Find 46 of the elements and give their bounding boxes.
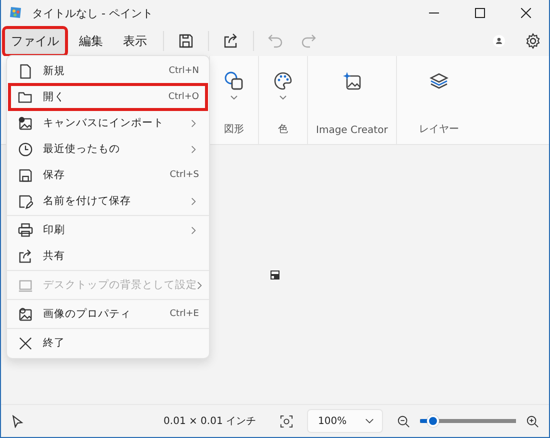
menu-item[interactable]: 名前を付けて保存 xyxy=(9,188,207,214)
menu-item[interactable]: 印刷 xyxy=(9,217,207,243)
paint-app-icon xyxy=(8,5,24,21)
ribbon-label: レイヤー xyxy=(418,123,459,136)
menu-tab[interactable]: ファイル xyxy=(3,26,67,56)
ribbon-label: 図形 xyxy=(224,123,244,136)
menu-item[interactable]: 新規 Ctrl+N xyxy=(9,58,207,84)
save-icon xyxy=(18,168,33,182)
image-import-icon xyxy=(18,116,33,130)
chevron-down-icon[interactable] xyxy=(230,95,238,100)
image-sparkle-icon[interactable] xyxy=(342,71,362,91)
menu-item[interactable]: 最近使ったもの xyxy=(9,136,207,162)
close-icon xyxy=(18,336,33,350)
menu-item[interactable]: 保存 Ctrl+S xyxy=(9,162,207,188)
menu-item[interactable]: 画像のプロパティ Ctrl+E xyxy=(9,301,207,327)
monitor-icon xyxy=(18,278,33,292)
menu-item[interactable]: 開く Ctrl+O xyxy=(9,84,207,110)
ribbon-label: 色 xyxy=(278,123,288,136)
share-icon xyxy=(18,248,33,264)
clock-icon xyxy=(18,142,33,156)
menu-item[interactable]: キャンバスにインポート xyxy=(9,110,207,136)
zoom-out-icon[interactable] xyxy=(397,414,410,428)
zoom-dropdown[interactable]: 100% xyxy=(307,409,383,433)
image-icon xyxy=(18,306,33,322)
menu-item[interactable]: 共有 xyxy=(9,243,207,269)
account-icon[interactable] xyxy=(493,35,505,47)
zoom-slider-thumb[interactable] xyxy=(427,415,440,427)
folder-icon xyxy=(18,90,33,104)
zoom-in-icon[interactable] xyxy=(526,414,539,428)
chevron-down-icon[interactable] xyxy=(279,95,287,100)
palette-icon[interactable] xyxy=(273,71,293,91)
shapes-icon[interactable] xyxy=(224,71,244,91)
ribbon-label: Image Creator xyxy=(316,125,388,136)
canvas-handle-icon[interactable] xyxy=(270,270,280,280)
document-icon xyxy=(18,64,33,78)
pointer-icon xyxy=(11,414,24,428)
chevron-down-icon xyxy=(365,418,374,424)
window-title: タイトルなし - ペイント xyxy=(32,6,153,20)
canvas-size-text: 0.01 × 0.01 インチ xyxy=(164,415,256,428)
menu-tab[interactable]: 表示 xyxy=(115,26,155,56)
menu-item[interactable]: 終了 xyxy=(9,330,207,356)
fit-to-window-icon[interactable] xyxy=(280,414,293,428)
menu-tab[interactable]: 編集 xyxy=(71,26,111,56)
layers-icon[interactable] xyxy=(428,71,449,91)
save-as-icon xyxy=(18,194,33,208)
printer-icon xyxy=(18,222,33,238)
